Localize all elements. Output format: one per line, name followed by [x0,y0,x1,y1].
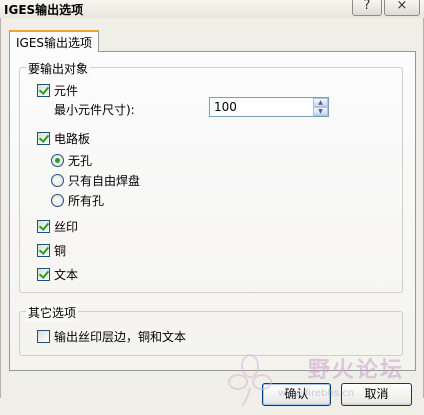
components-checkbox-row[interactable]: 元件 [37,82,78,98]
min-size-stepper[interactable]: 100 ▲ ▼ [209,97,329,117]
tab-label: IGES输出选项 [16,36,93,50]
stepper-down-icon[interactable]: ▼ [313,107,328,116]
silkscreen-checkbox-row[interactable]: 丝印 [37,218,78,234]
objects-group-legend: 要输出对象 [26,60,91,77]
text-checkbox-row[interactable]: 文本 [37,266,78,282]
radio-no-holes-row[interactable]: 无孔 [51,152,92,168]
help-button[interactable]: ? [352,0,382,16]
radio-all-holes[interactable] [51,193,64,207]
cancel-button[interactable]: 取消 [341,383,412,406]
ok-button[interactable]: 确认 [262,383,331,406]
pcb-checkbox[interactable] [37,131,50,145]
radio-free-pads-label: 只有自由焊盘 [68,173,141,188]
min-size-label: 最小元件尺寸): [54,102,135,117]
output-silk-copper-text-checkbox[interactable] [37,329,50,343]
copper-checkbox-row[interactable]: 铜 [37,242,66,258]
radio-no-holes[interactable] [51,153,64,167]
output-silk-copper-text-label: 输出丝印层边，铜和文本 [54,329,187,344]
stepper-buttons: ▲ ▼ [313,98,328,116]
window-border-left [0,18,1,398]
components-label: 元件 [54,83,79,98]
window-title: IGES输出选项 [4,3,84,17]
text-checkbox[interactable] [37,267,50,281]
tab-iges-options[interactable]: IGES输出选项 [9,30,99,52]
pcb-label: 电路板 [54,131,91,146]
other-options-legend: 其它选项 [26,304,79,321]
radio-all-holes-label: 所有孔 [68,193,105,208]
silkscreen-checkbox[interactable] [37,219,50,233]
components-checkbox[interactable] [37,83,50,97]
radio-no-holes-label: 无孔 [68,153,93,168]
min-size-row: 最小元件尺寸): [54,101,135,117]
title-bar: IGES输出选项 ? × [0,0,424,18]
radio-all-holes-row[interactable]: 所有孔 [51,192,104,208]
other-options-group: 其它选项 输出丝印层边，铜和文本 [19,304,403,356]
close-button[interactable]: × [384,0,420,16]
pcb-checkbox-row[interactable]: 电路板 [37,130,90,146]
output-silk-copper-text-row[interactable]: 输出丝印层边，铜和文本 [37,328,186,344]
radio-free-pads[interactable] [51,173,64,187]
copper-checkbox[interactable] [37,243,50,257]
min-size-value[interactable]: 100 [214,100,237,114]
radio-free-pads-row[interactable]: 只有自由焊盘 [51,172,140,188]
text-label: 文本 [54,267,79,282]
stepper-up-icon[interactable]: ▲ [313,98,328,107]
silkscreen-label: 丝印 [54,219,79,234]
copper-label: 铜 [54,243,67,258]
